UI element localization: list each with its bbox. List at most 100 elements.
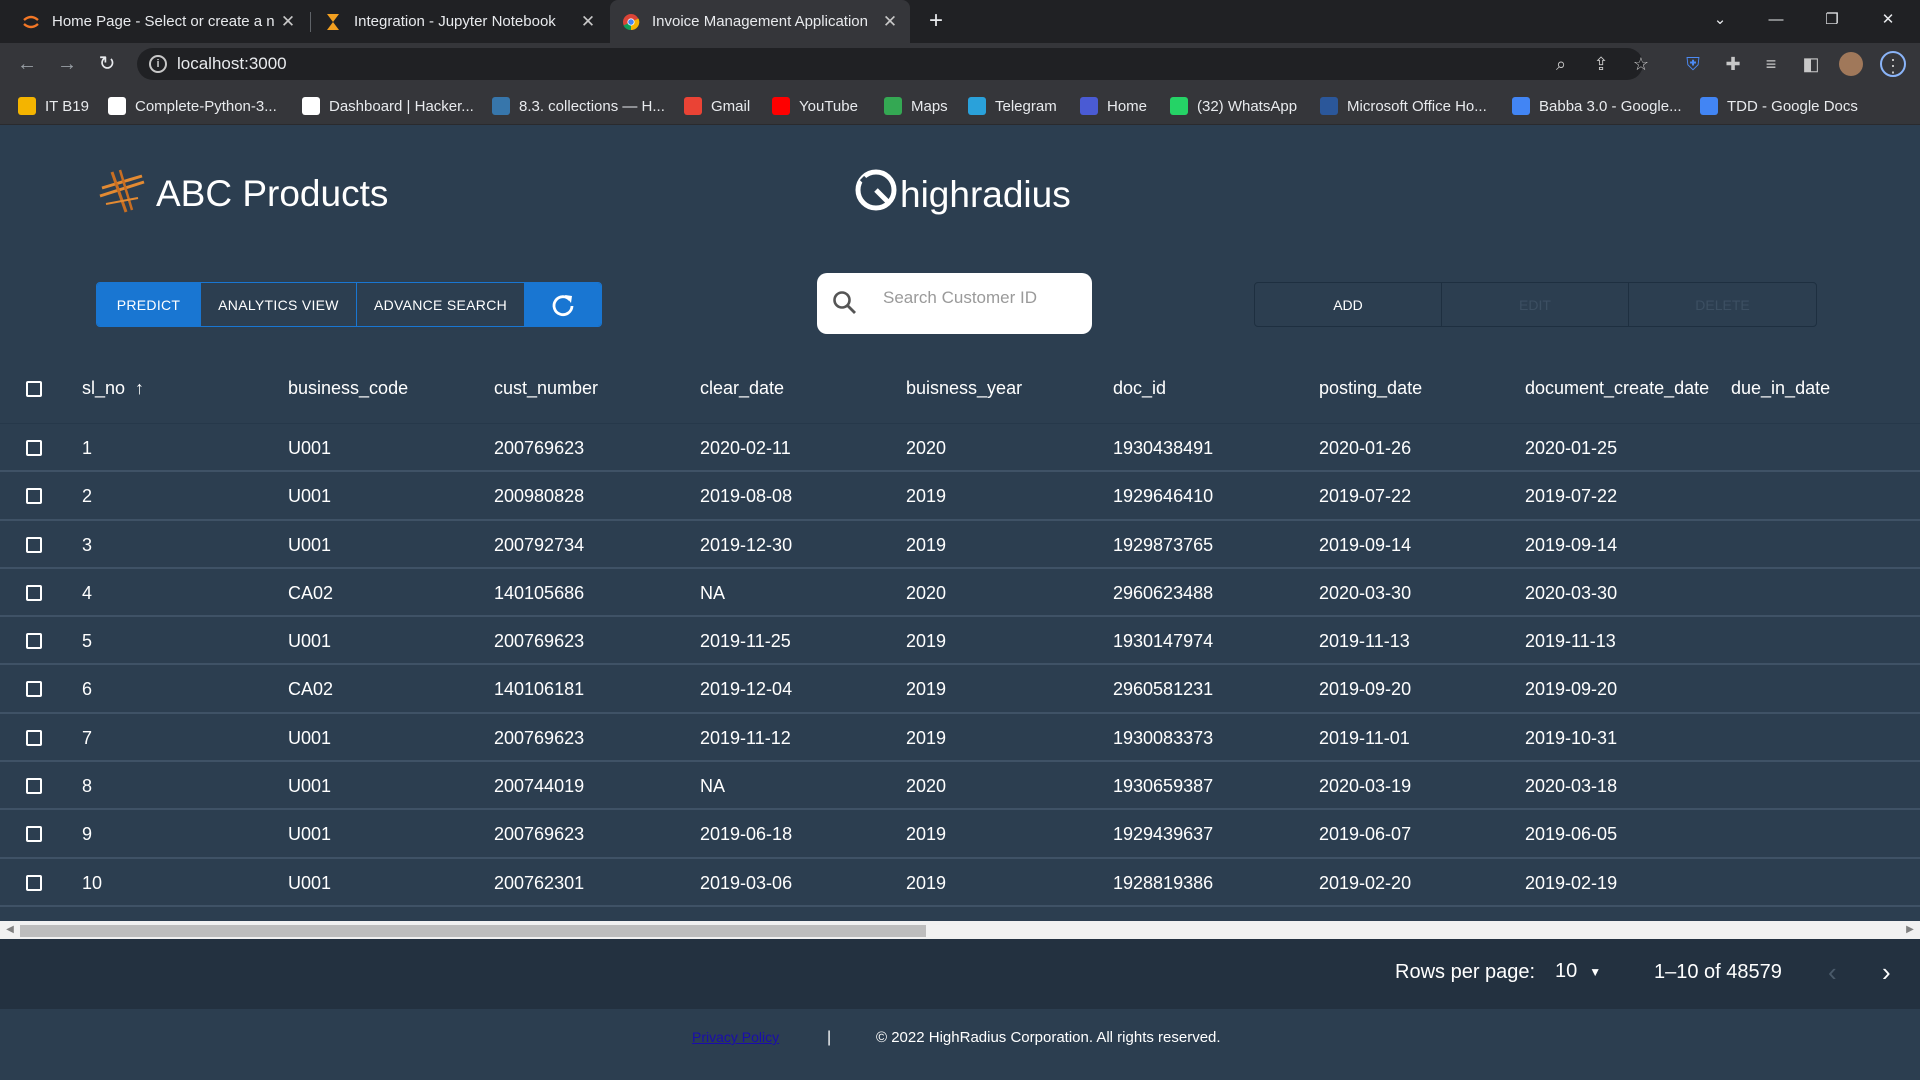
cell-clear-date: NA: [700, 776, 726, 797]
side-panel-icon[interactable]: ◧: [1798, 51, 1824, 77]
previous-page-icon[interactable]: ‹: [1828, 957, 1837, 988]
table-row[interactable]: 7 U001 200769623 2019-11-12 2019 1930083373 20…: [0, 713, 1920, 763]
table-row[interactable]: 4 CA02 140105686 NA 2020 2960623488 2020-03-30…: [0, 568, 1920, 618]
tab-integration[interactable]: Integration - Jupyter Notebook ✕: [312, 0, 608, 43]
hourglass-icon: [324, 13, 342, 31]
scroll-left-icon[interactable]: ◀: [4, 924, 16, 936]
cell-doc-id: 2960581231: [1113, 679, 1214, 700]
bookmark-item[interactable]: (32) WhatsApp: [1170, 95, 1297, 117]
delete-button[interactable]: DELETE: [1629, 283, 1816, 326]
table-row[interactable]: 9 U001 200769623 2019-06-18 2019 1929439637 20…: [0, 810, 1920, 859]
bookmark-item[interactable]: Telegram: [968, 95, 1057, 117]
restore-icon[interactable]: ❐: [1804, 0, 1860, 43]
table-row[interactable]: 3 U001 200792734 2019-12-30 2019 1929873765 20…: [0, 520, 1920, 569]
bookmark-item[interactable]: Dashboard | Hacker...: [302, 95, 474, 117]
invoice-table: sl_no ↑ business_code cust_number clear_date…: [0, 354, 1920, 907]
row-checkbox[interactable]: [26, 874, 42, 891]
edit-button[interactable]: EDIT: [1442, 283, 1629, 326]
row-checkbox[interactable]: [26, 778, 42, 795]
reload-icon[interactable]: ↻: [94, 51, 120, 77]
forward-icon[interactable]: →: [54, 51, 80, 77]
cell-posting-date: 2019-11-13: [1319, 631, 1410, 652]
bookmark-item[interactable]: Home: [1080, 95, 1147, 117]
github-icon: [108, 97, 126, 115]
column-header-posting-date[interactable]: posting_date: [1319, 378, 1422, 399]
row-checkbox[interactable]: [26, 584, 42, 601]
bookmark-item[interactable]: Microsoft Office Ho...: [1320, 95, 1487, 117]
row-checkbox[interactable]: [26, 681, 42, 698]
table-row[interactable]: 10 U001 200762301 2019-03-06 2019 1928819386 2…: [0, 858, 1920, 907]
media-queue-icon[interactable]: ≡: [1758, 51, 1784, 77]
bookmark-item[interactable]: 8.3. collections — H...: [492, 95, 665, 117]
column-header-doc-id[interactable]: doc_id: [1113, 378, 1166, 399]
page-range: 1–10 of 48579: [1654, 961, 1782, 983]
close-window-icon[interactable]: ✕: [1860, 0, 1916, 43]
column-header-document-create-date[interactable]: document_create_date: [1525, 378, 1709, 399]
close-icon[interactable]: ✕: [280, 12, 296, 32]
row-checkbox[interactable]: [26, 488, 42, 505]
address-bar[interactable]: i localhost:3000: [137, 48, 1643, 80]
table-row[interactable]: 8 U001 200744019 NA 2020 1930659387 2020-03-19…: [0, 762, 1920, 811]
bookmark-item[interactable]: TDD - Google Docs: [1700, 95, 1858, 117]
cell-cust-number: 200980828: [494, 486, 585, 507]
advance-search-button[interactable]: ADVANCE SEARCH: [357, 283, 525, 326]
bookmark-item[interactable]: IT B19: [18, 95, 89, 117]
bookmark-item[interactable]: Babba 3.0 - Google...: [1512, 95, 1682, 117]
add-button[interactable]: ADD: [1255, 283, 1442, 326]
share-icon[interactable]: ⇪: [1588, 51, 1614, 77]
column-header-business-code[interactable]: business_code: [288, 378, 408, 399]
analytics-view-button[interactable]: ANALYTICS VIEW: [201, 283, 357, 326]
sort-ascending-icon[interactable]: ↑: [135, 378, 144, 398]
table-row[interactable]: 1 U001 200769623 2020-02-11 2020 1930438491 20…: [0, 424, 1920, 473]
close-icon[interactable]: ✕: [580, 12, 596, 32]
search-input[interactable]: [883, 286, 1078, 310]
info-icon[interactable]: i: [149, 55, 167, 73]
bookmark-item[interactable]: Complete-Python-3...: [108, 95, 277, 117]
cell-buisness-year: 2019: [906, 872, 947, 893]
scroll-right-icon[interactable]: ▶: [1904, 924, 1916, 936]
highradius-mark-icon: [854, 168, 898, 221]
customer-search[interactable]: [817, 273, 1092, 334]
refresh-button[interactable]: [525, 283, 601, 326]
column-header-due-in-date[interactable]: due_in_date: [1731, 378, 1830, 399]
horizontal-scrollbar[interactable]: ◀ ▶: [0, 921, 1920, 939]
back-icon[interactable]: ←: [14, 51, 40, 77]
extensions-puzzle-icon[interactable]: ✚: [1720, 51, 1746, 77]
tab-home-page[interactable]: Home Page - Select or create a n ✕: [10, 0, 308, 43]
cell-buisness-year: 2020: [906, 776, 947, 797]
avatar[interactable]: [1838, 51, 1864, 77]
app-root: ABC Products highradius PREDICT ANALYTIC…: [0, 126, 1920, 1080]
column-header-buisness-year[interactable]: buisness_year: [906, 378, 1022, 399]
bookmark-item[interactable]: Gmail: [684, 95, 750, 117]
table-row[interactable]: 2 U001 200980828 2019-08-08 2019 1929646410 20…: [0, 472, 1920, 521]
cell-business-code: U001: [288, 438, 332, 458]
row-checkbox[interactable]: [26, 633, 42, 650]
privacy-policy-link[interactable]: Privacy Policy: [692, 1029, 779, 1045]
cell-business-code: CA02: [288, 679, 334, 700]
bookmark-item[interactable]: Maps: [884, 95, 948, 117]
row-checkbox[interactable]: [26, 440, 42, 456]
rows-per-page-select[interactable]: 10 ▼: [1555, 960, 1601, 983]
new-tab-button[interactable]: +: [922, 6, 950, 36]
row-checkbox[interactable]: [26, 536, 42, 553]
column-header-cust-number[interactable]: cust_number: [494, 378, 598, 399]
minimize-icon[interactable]: —: [1748, 0, 1804, 43]
zoom-icon[interactable]: ⌕: [1548, 51, 1574, 77]
table-row[interactable]: 5 U001 200769623 2019-11-25 2019 1930147974 20…: [0, 617, 1920, 666]
bookmark-item[interactable]: YouTube: [772, 95, 858, 117]
row-checkbox[interactable]: [26, 729, 42, 746]
column-header-clear-date[interactable]: clear_date: [700, 378, 784, 399]
next-page-icon[interactable]: ›: [1882, 957, 1891, 988]
table-row[interactable]: 6 CA02 140106181 2019-12-04 2019 2960581231 20…: [0, 665, 1920, 714]
menu-kebab-icon[interactable]: ⋮: [1880, 51, 1906, 77]
select-all-checkbox[interactable]: [26, 381, 42, 397]
tab-invoice-app[interactable]: Invoice Management Application ✕: [610, 0, 910, 43]
scrollbar-thumb[interactable]: [20, 925, 926, 937]
predict-button[interactable]: PREDICT: [97, 283, 201, 326]
tab-search-icon[interactable]: ⌄: [1692, 0, 1748, 43]
extension-shield-icon[interactable]: ⛨: [1680, 51, 1706, 77]
row-checkbox[interactable]: [26, 826, 42, 843]
column-header-sl-no[interactable]: sl_no ↑: [82, 378, 144, 399]
bookmark-star-icon[interactable]: ☆: [1628, 51, 1654, 77]
close-icon[interactable]: ✕: [882, 12, 898, 32]
